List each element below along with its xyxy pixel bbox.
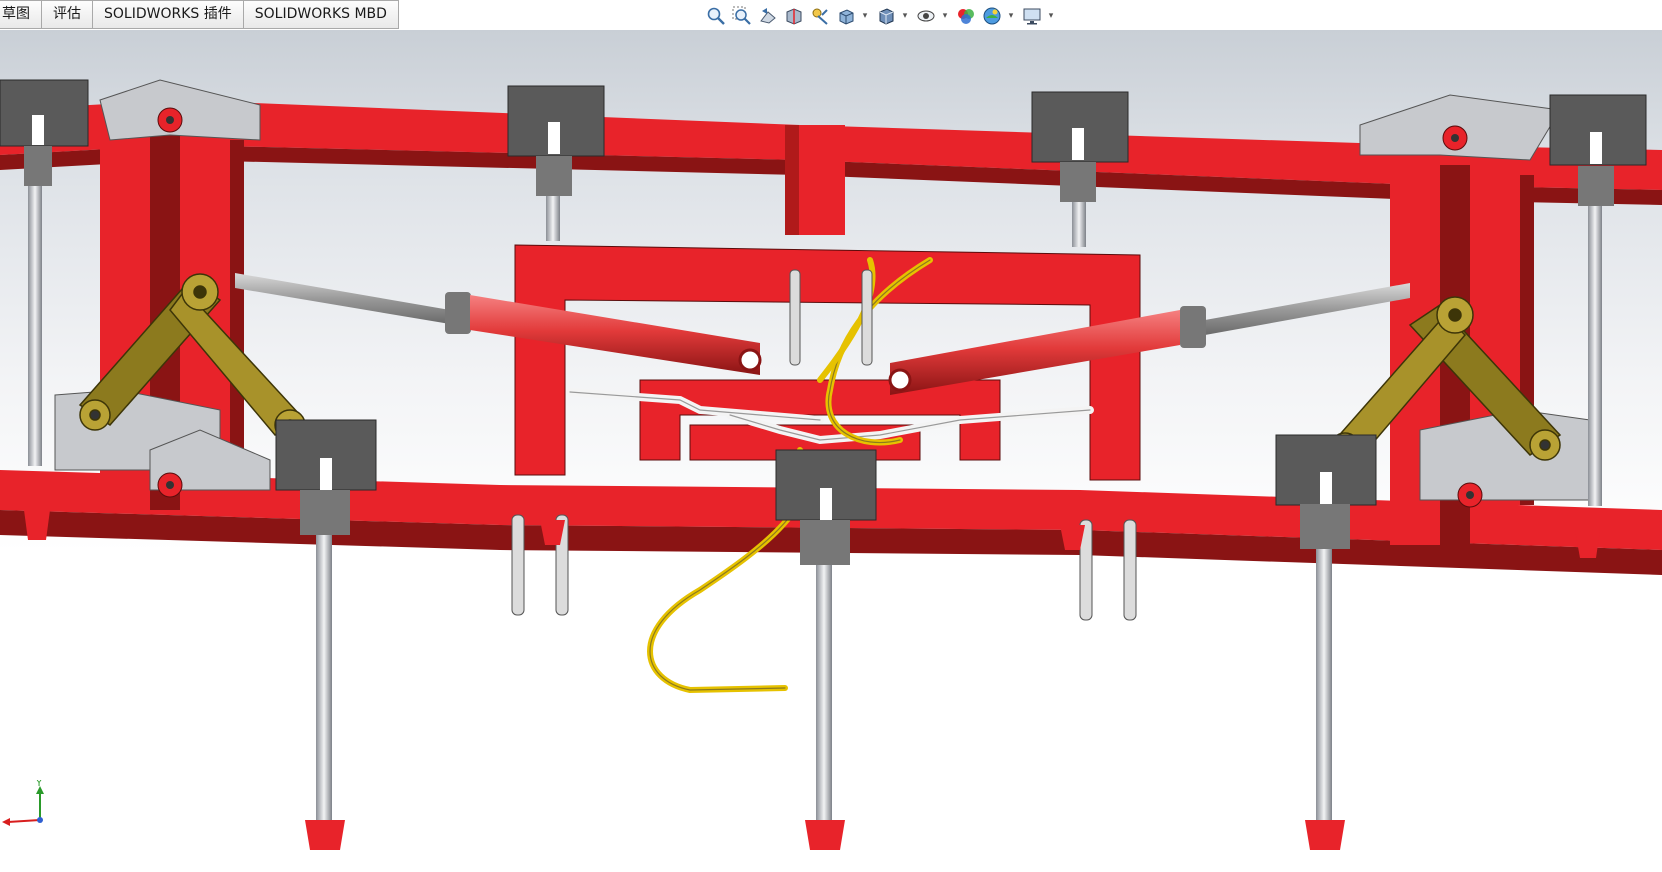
display-style-icon[interactable] <box>875 5 897 27</box>
dynamic-annotation-views-icon[interactable] <box>809 5 831 27</box>
view-settings-icon[interactable] <box>1021 5 1043 27</box>
triad-y-label: Y <box>35 780 43 789</box>
view-orientation-dropdown-icon[interactable]: ▾ <box>861 11 869 21</box>
reference-triad: Y <box>0 780 60 840</box>
tab-evaluate[interactable]: 评估 <box>42 0 93 29</box>
apply-scene-dropdown-icon[interactable]: ▾ <box>1007 11 1015 21</box>
tine-clamp <box>775 449 877 850</box>
tine-clamp <box>1275 434 1377 850</box>
tab-sketch[interactable]: 草图 <box>0 0 42 29</box>
section-view-icon[interactable] <box>783 5 805 27</box>
hide-show-dropdown-icon[interactable]: ▾ <box>941 11 949 21</box>
hide-show-items-icon[interactable] <box>915 5 937 27</box>
zoom-to-fit-icon[interactable] <box>705 5 727 27</box>
tab-solidworks-mbd[interactable]: SOLIDWORKS MBD <box>243 0 399 29</box>
heads-up-view-toolbar: ▾ ▾ ▾ ▾ ▾ <box>705 4 1061 28</box>
tine-clamp <box>275 419 377 850</box>
view-orientation-icon[interactable] <box>835 5 857 27</box>
tab-solidworks-addins[interactable]: SOLIDWORKS 插件 <box>93 0 244 29</box>
view-settings-dropdown-icon[interactable]: ▾ <box>1047 11 1055 21</box>
apply-scene-icon[interactable] <box>981 5 1003 27</box>
command-manager-tabs: 草图 评估 SOLIDWORKS 插件 SOLIDWORKS MBD <box>0 0 399 29</box>
previous-view-icon[interactable] <box>757 5 779 27</box>
cultivator-frame-model[interactable] <box>0 30 1662 872</box>
zoom-to-area-icon[interactable] <box>731 5 753 27</box>
graphics-area[interactable]: Y <box>0 30 1662 872</box>
display-style-dropdown-icon[interactable]: ▾ <box>901 11 909 21</box>
edit-appearance-icon[interactable] <box>955 5 977 27</box>
